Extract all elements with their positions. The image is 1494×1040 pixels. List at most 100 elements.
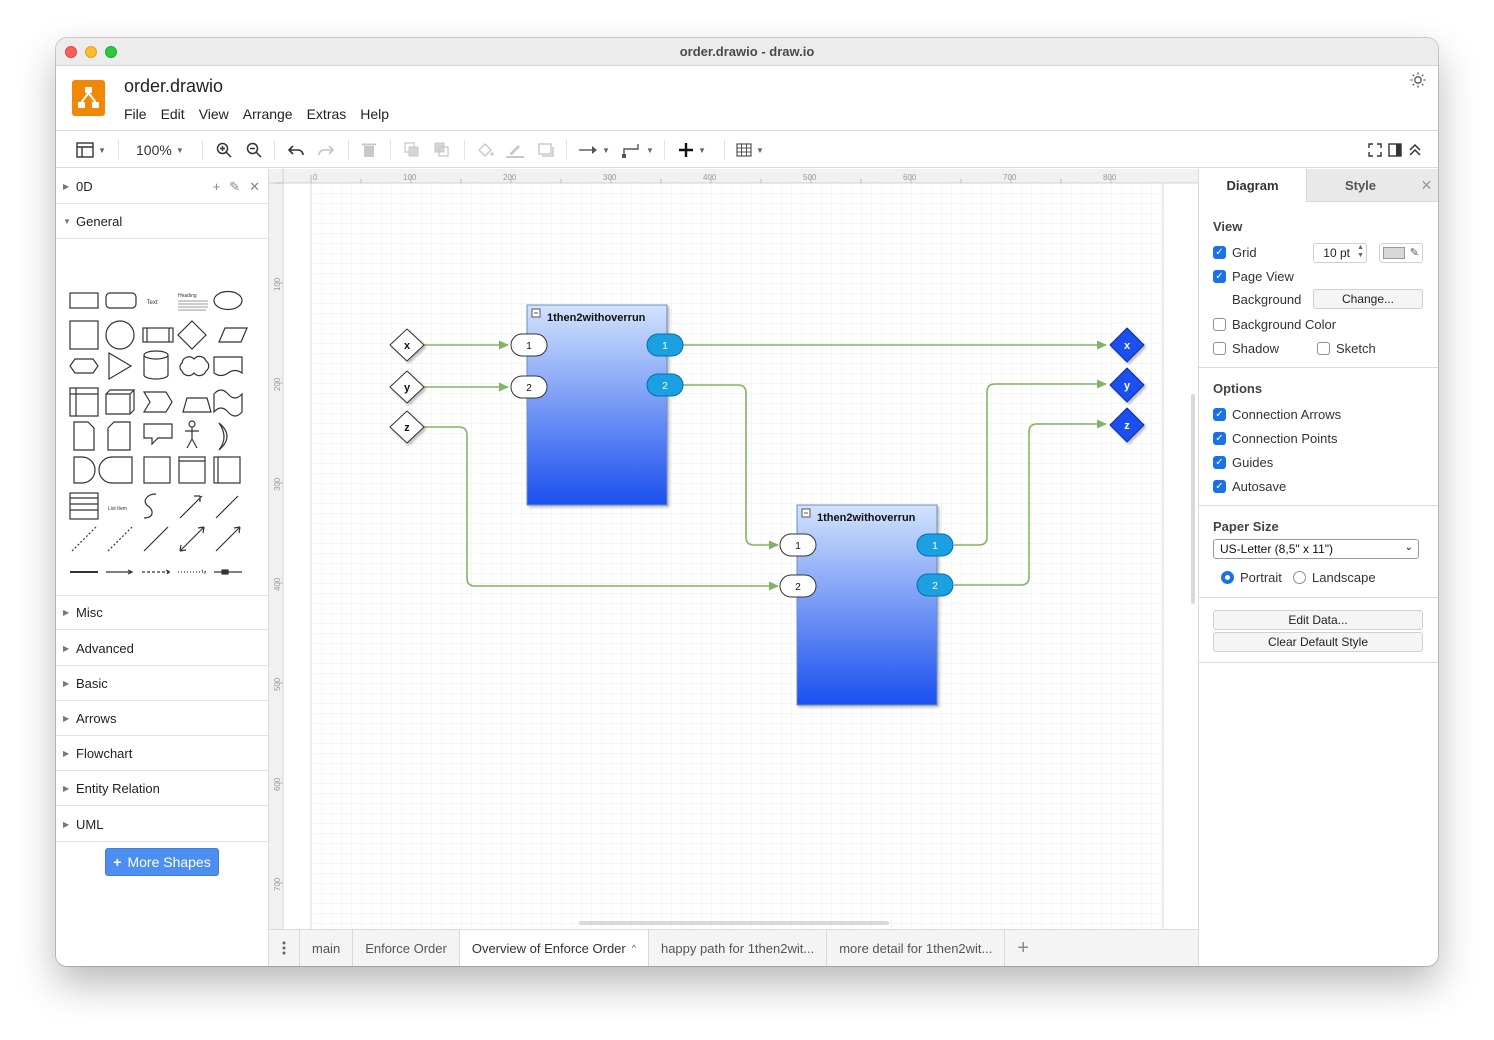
general-label: General xyxy=(76,213,123,229)
waypoint-icon xyxy=(622,144,639,158)
landscape-radio[interactable] xyxy=(1293,571,1306,584)
edit-icon[interactable]: ✎ xyxy=(229,179,240,195)
section-entity-relation[interactable]: ▶ Entity Relation xyxy=(56,771,268,806)
connection-style-button[interactable]: ▼ xyxy=(578,140,610,160)
sketch-option[interactable]: Sketch xyxy=(1317,341,1376,356)
vertical-scrollbar[interactable] xyxy=(1191,394,1195,604)
guides-checkbox[interactable]: ✓ xyxy=(1213,456,1226,469)
add-icon[interactable]: + xyxy=(213,179,221,195)
zoom-out-button[interactable] xyxy=(246,140,262,160)
menu-arrange[interactable]: Arrange xyxy=(243,106,293,122)
zoom-select[interactable]: 100% ▼ xyxy=(136,140,184,160)
theme-sun-icon[interactable] xyxy=(1410,72,1426,88)
more-shapes-button[interactable]: + More Shapes xyxy=(105,848,219,876)
shadow-button[interactable] xyxy=(538,140,554,160)
menu-file[interactable]: File xyxy=(124,106,147,122)
chevron-down-icon: ⌄ xyxy=(1404,542,1413,553)
menu-edit[interactable]: Edit xyxy=(161,106,185,122)
collapse-toolbar-button[interactable] xyxy=(1408,140,1422,160)
pages-menu-button[interactable] xyxy=(269,930,300,966)
line-color-button[interactable] xyxy=(506,140,524,160)
output-nodes[interactable]: x y z xyxy=(1109,327,1145,443)
grid-checkbox[interactable]: ✓ xyxy=(1213,246,1226,259)
landscape-option[interactable]: Landscape xyxy=(1293,570,1376,585)
diagram-canvas[interactable]: 0 100 200 300 400 500 600 700 800 100 20… xyxy=(269,169,1198,929)
window-title: order.drawio - draw.io xyxy=(679,44,815,59)
list-item-shape[interactable]: List Item xyxy=(108,506,127,512)
shadow-checkbox[interactable] xyxy=(1213,342,1226,355)
guides-option[interactable]: ✓ Guides xyxy=(1213,455,1273,470)
page-tab-main[interactable]: main xyxy=(300,930,354,966)
view-panels-button[interactable]: ▼ xyxy=(76,140,106,160)
heading-shape[interactable]: Heading xyxy=(178,293,197,299)
shadow-option[interactable]: Shadow xyxy=(1213,341,1279,356)
block-1-title: 1then2withoverrun xyxy=(547,312,646,324)
section-uml[interactable]: ▶ UML xyxy=(56,807,268,842)
page-view-checkbox[interactable]: ✓ xyxy=(1213,270,1226,283)
page-tab-overview[interactable]: Overview of Enforce Order ^ xyxy=(459,930,649,966)
portrait-radio[interactable] xyxy=(1221,571,1234,584)
to-back-button[interactable] xyxy=(434,140,450,160)
scratchpad-header[interactable]: ▶ 0D + ✎ ✕ xyxy=(56,169,268,204)
menu-help[interactable]: Help xyxy=(360,106,389,122)
format-panel-button[interactable] xyxy=(1388,140,1402,160)
delete-button[interactable] xyxy=(362,140,376,160)
change-background-button[interactable]: Change... xyxy=(1313,289,1423,309)
block-2[interactable]: 1then2withoverrun 1 2 1 2 xyxy=(779,504,954,706)
menu-view[interactable]: View xyxy=(199,106,229,122)
fullscreen-button[interactable] xyxy=(1368,140,1382,160)
portrait-option[interactable]: Portrait xyxy=(1221,570,1282,585)
page-tab-happy-path[interactable]: happy path for 1then2wit... xyxy=(649,930,828,966)
page-tab-enforce-order[interactable]: Enforce Order xyxy=(353,930,460,966)
edit-data-button[interactable]: Edit Data... xyxy=(1213,610,1423,630)
clear-default-style-button[interactable]: Clear Default Style xyxy=(1213,632,1423,652)
general-header[interactable]: ▼ General xyxy=(56,204,268,239)
app-header: order.drawio File Edit View Arrange Extr… xyxy=(56,66,1438,130)
page-view-option[interactable]: ✓ Page View xyxy=(1213,269,1294,284)
autosave-checkbox[interactable]: ✓ xyxy=(1213,480,1226,493)
fill-color-button[interactable] xyxy=(476,140,494,160)
section-basic[interactable]: ▶ Basic xyxy=(56,666,268,701)
connection-points-checkbox[interactable]: ✓ xyxy=(1213,432,1226,445)
insert-button[interactable]: ▼ xyxy=(678,140,706,160)
tab-style[interactable]: Style xyxy=(1306,169,1414,202)
input-nodes[interactable]: x y z xyxy=(389,328,425,444)
page-tab-more-detail[interactable]: more detail for 1then2wit... xyxy=(827,930,1006,966)
canvas-svg[interactable]: 0 100 200 300 400 500 600 700 800 100 20… xyxy=(269,169,1198,929)
section-arrows[interactable]: ▶ Arrows xyxy=(56,701,268,736)
undo-button[interactable] xyxy=(288,140,304,160)
background-color-option[interactable]: Background Color xyxy=(1213,317,1336,332)
close-icon[interactable]: ✕ xyxy=(249,179,260,195)
block-2-title: 1then2withoverrun xyxy=(817,512,916,524)
redo-button[interactable] xyxy=(318,140,334,160)
section-misc[interactable]: ▶ Misc xyxy=(56,595,268,630)
general-shapes-palette[interactable]: Text Heading List Item xyxy=(64,242,260,542)
add-page-button[interactable]: + xyxy=(1005,930,1041,966)
connection-points-option[interactable]: ✓ Connection Points xyxy=(1213,431,1338,446)
autosave-option[interactable]: ✓ Autosave xyxy=(1213,479,1286,494)
section-flowchart[interactable]: ▶ Flowchart xyxy=(56,736,268,771)
document-title[interactable]: order.drawio xyxy=(124,76,223,97)
grid-size-stepper[interactable]: ▲ ▼ xyxy=(1357,244,1364,260)
connection-arrows-option[interactable]: ✓ Connection Arrows xyxy=(1213,407,1341,422)
tab-diagram[interactable]: Diagram xyxy=(1199,169,1306,202)
close-panel-icon[interactable]: ✕ xyxy=(1414,169,1438,202)
horizontal-scrollbar[interactable] xyxy=(579,921,889,925)
grid-option[interactable]: ✓ Grid xyxy=(1213,245,1257,260)
connection-arrows-checkbox[interactable]: ✓ xyxy=(1213,408,1226,421)
zoom-in-button[interactable] xyxy=(216,140,232,160)
input-y: y xyxy=(404,382,411,394)
background-color-checkbox[interactable] xyxy=(1213,318,1226,331)
sketch-checkbox[interactable] xyxy=(1317,342,1330,355)
paper-size-select[interactable]: US-Letter (8,5" x 11") ⌄ xyxy=(1213,539,1419,559)
section-advanced[interactable]: ▶ Advanced xyxy=(56,631,268,666)
text-shape[interactable]: Text xyxy=(146,300,157,306)
chevron-up-icon[interactable]: ^ xyxy=(632,943,636,953)
grid-color-button[interactable]: ✎ xyxy=(1379,243,1423,263)
waypoints-button[interactable]: ▼ xyxy=(622,140,654,160)
block-1[interactable]: 1then2withoverrun 1 2 1 2 xyxy=(510,304,684,506)
table-button[interactable]: ▼ xyxy=(736,140,764,160)
general-lines-palette[interactable] xyxy=(64,519,260,579)
to-front-button[interactable] xyxy=(404,140,420,160)
menu-extras[interactable]: Extras xyxy=(307,106,347,122)
